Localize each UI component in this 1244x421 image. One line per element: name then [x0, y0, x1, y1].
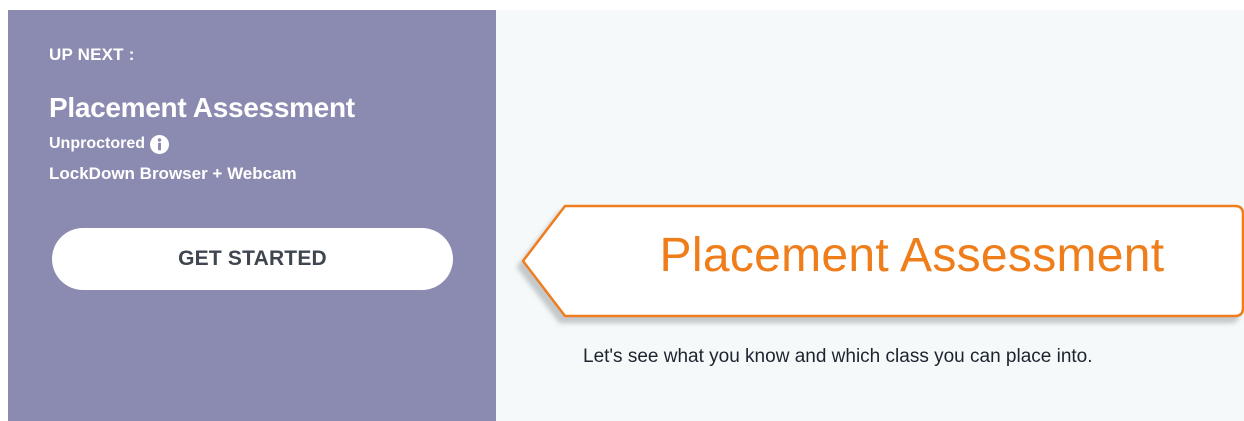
- up-next-label: UP NEXT :: [49, 45, 135, 64]
- placement-screen: UP NEXT : Placement Assessment Unproctor…: [0, 0, 1244, 421]
- banner-title: Placement Assessment: [659, 229, 1165, 282]
- assessment-description: Let's see what you know and which class …: [583, 346, 1093, 367]
- get-started-button[interactable]: GET STARTED: [52, 228, 453, 290]
- assessment-title: Placement Assessment: [49, 92, 355, 123]
- proctoring-row: Unproctored: [49, 134, 169, 154]
- proctoring-status: Unproctored: [49, 134, 145, 152]
- up-next-panel: UP NEXT : Placement Assessment Unproctor…: [8, 10, 496, 421]
- browser-requirement: LockDown Browser + Webcam: [49, 164, 297, 183]
- info-icon[interactable]: [150, 135, 169, 154]
